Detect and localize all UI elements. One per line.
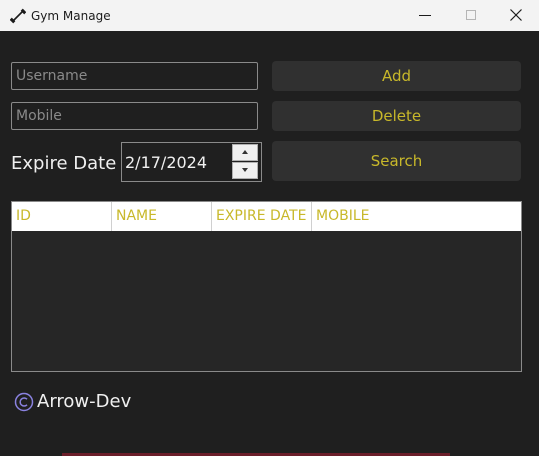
column-header-expire-date[interactable]: EXPIRE DATE xyxy=(212,202,312,231)
add-button[interactable]: Add xyxy=(272,61,521,91)
table-header: ID NAME EXPIRE DATE MOBILE xyxy=(12,202,521,231)
close-icon xyxy=(510,9,522,21)
caret-up-icon xyxy=(242,150,248,154)
caret-down-icon xyxy=(242,168,248,172)
search-button[interactable]: Search xyxy=(272,141,521,181)
mobile-input[interactable] xyxy=(11,102,258,130)
date-increment-button[interactable] xyxy=(232,144,258,161)
brand-label: Arrow-Dev xyxy=(37,391,132,412)
title-bar: Gym Manage xyxy=(0,0,539,31)
maximize-icon xyxy=(466,10,476,20)
column-header-mobile[interactable]: MOBILE xyxy=(312,202,521,231)
maximize-button[interactable] xyxy=(448,0,494,31)
minimize-icon xyxy=(419,15,431,16)
date-decrement-button[interactable] xyxy=(232,162,258,179)
dumbbell-icon xyxy=(10,8,26,24)
column-header-id[interactable]: ID xyxy=(12,202,112,231)
main-panel: Add Delete Search Expire Date 2/17/2024 … xyxy=(0,31,539,456)
delete-button[interactable]: Delete xyxy=(272,101,521,131)
expire-date-label: Expire Date xyxy=(11,153,117,174)
column-header-name[interactable]: NAME xyxy=(112,202,212,231)
username-input[interactable] xyxy=(11,62,258,90)
window-title: Gym Manage xyxy=(31,9,111,23)
minimize-button[interactable] xyxy=(402,0,448,31)
expire-date-picker[interactable]: 2/17/2024 xyxy=(121,142,262,182)
members-table[interactable]: ID NAME EXPIRE DATE MOBILE xyxy=(11,201,522,372)
expire-date-value[interactable]: 2/17/2024 xyxy=(125,153,207,173)
close-button[interactable] xyxy=(493,0,539,31)
copyright-icon xyxy=(14,392,34,412)
